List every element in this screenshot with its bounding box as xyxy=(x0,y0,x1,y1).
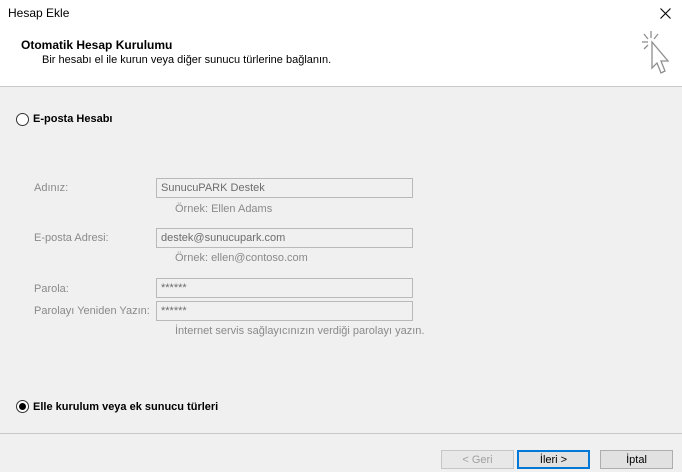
cancel-button[interactable]: İptal xyxy=(600,450,673,469)
title-bar: Hesap Ekle xyxy=(0,0,682,28)
email-account-label[interactable]: E-posta Hesabı xyxy=(33,113,112,125)
window-title: Hesap Ekle xyxy=(8,6,70,20)
next-button[interactable]: İleri > xyxy=(517,450,590,469)
email-hint: Örnek: ellen@contoso.com xyxy=(175,252,308,264)
header-title: Otomatik Hesap Kurulumu xyxy=(21,38,173,52)
password-label: Parola: xyxy=(34,283,69,295)
password-hint: İnternet servis sağlayıcınızın verdiği p… xyxy=(175,325,425,337)
email-label: E-posta Adresi: xyxy=(34,232,109,244)
manual-setup-label[interactable]: Elle kurulum veya ek sunucu türleri xyxy=(33,401,218,413)
manual-setup-radio[interactable] xyxy=(16,400,29,413)
password-confirm-label: Parolayı Yeniden Yazın: xyxy=(34,305,150,317)
name-label: Adınız: xyxy=(34,182,69,194)
password-field[interactable]: ****** xyxy=(156,278,413,298)
name-field[interactable]: SunucuPARK Destek xyxy=(156,178,413,198)
email-account-radio[interactable] xyxy=(16,113,29,126)
header-subtitle: Bir hesabı el ile kurun veya diğer sunuc… xyxy=(42,54,332,66)
close-icon xyxy=(659,7,671,19)
name-hint: Örnek: Ellen Adams xyxy=(175,203,273,215)
email-field[interactable]: destek@sunucupark.com xyxy=(156,228,413,248)
close-button[interactable] xyxy=(648,0,682,26)
wizard-cursor-icon xyxy=(642,31,670,74)
password-confirm-field[interactable]: ****** xyxy=(156,301,413,321)
button-bar: < Geri İleri > İptal xyxy=(0,433,682,472)
back-button[interactable]: < Geri xyxy=(441,450,514,469)
wizard-header: Otomatik Hesap Kurulumu Bir hesabı el il… xyxy=(0,28,682,87)
